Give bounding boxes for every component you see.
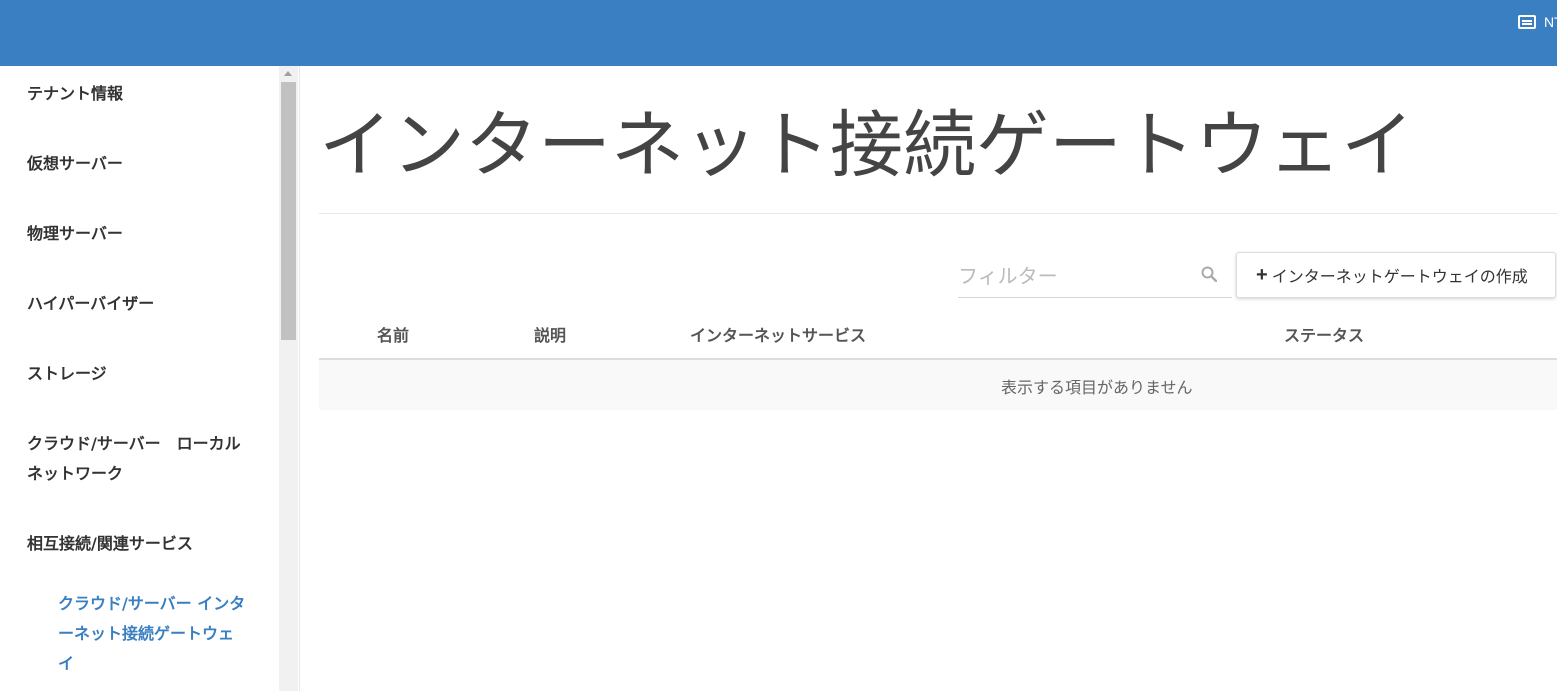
sidebar-item-label: 仮想サーバー — [27, 154, 123, 173]
sidebar-item-interconnect-services[interactable]: 相互接続/関連サービス — [27, 529, 262, 559]
sidebar-subitem-label: クラウド/サーバー インタ — [58, 594, 246, 613]
list-icon — [1518, 15, 1536, 29]
sidebar-item-label: テナント情報 — [27, 84, 124, 103]
table-empty-row: 表示する項目がありません — [319, 360, 1557, 410]
filter-box — [958, 256, 1232, 298]
sidebar-subitem-label: ーネット接続ゲートウェ — [58, 624, 235, 643]
sidebar-item-tenant-info[interactable]: テナント情報 — [27, 79, 262, 109]
column-header-internet-service[interactable]: インターネットサービス — [690, 322, 866, 346]
sidebar-item-physical-server[interactable]: 物理サーバー — [27, 219, 262, 249]
sidebar-item-label: ストレージ — [27, 364, 107, 383]
sidebar-subitem-internet-gateway[interactable]: クラウド/サーバー インタ ーネット接続ゲートウェ イ — [58, 589, 254, 679]
title-divider — [319, 213, 1557, 214]
create-button-label: インターネットゲートウェイの作成 — [1271, 269, 1528, 286]
top-nav-bar: NTT — [0, 0, 1557, 66]
sidebar-item-label: 物理サーバー — [27, 224, 123, 243]
sidebar-item-label: ネットワーク — [27, 464, 124, 483]
main-content: インターネット接続ゲートウェイ + インターネットゲートウェイの作成 名前 説明… — [319, 66, 1557, 691]
page-title: インターネット接続ゲートウェイ — [319, 105, 1414, 186]
empty-table-message: 表示する項目がありません — [1001, 378, 1193, 397]
search-icon[interactable] — [1201, 266, 1217, 282]
filter-input[interactable] — [958, 256, 1198, 296]
sidebar: テナント情報 仮想サーバー 物理サーバー ハイパーバイザー ストレージ クラウド… — [0, 66, 300, 691]
plus-icon: + — [1256, 264, 1268, 286]
sidebar-item-label: ハイパーバイザー — [27, 294, 155, 313]
table-header: 名前 説明 インターネットサービス ステータス — [319, 316, 1557, 360]
sidebar-item-hypervisor[interactable]: ハイパーバイザー — [27, 289, 262, 319]
user-label: NTT — [1544, 14, 1557, 30]
sidebar-subitem-label: イ — [58, 654, 75, 673]
sidebar-item-label: 相互接続/関連サービス — [27, 534, 193, 553]
column-header-status[interactable]: ステータス — [1284, 322, 1364, 346]
sidebar-scrollbar[interactable] — [279, 66, 298, 691]
sidebar-item-label: クラウド/サーバー ローカル — [27, 434, 241, 453]
user-menu[interactable]: NTT — [1518, 14, 1557, 30]
scrollbar-thumb[interactable] — [281, 82, 296, 340]
column-header-name[interactable]: 名前 — [377, 322, 409, 346]
create-internet-gateway-button[interactable]: + インターネットゲートウェイの作成 — [1236, 252, 1556, 298]
scroll-up-arrow-icon[interactable] — [284, 71, 292, 76]
sidebar-item-virtual-server[interactable]: 仮想サーバー — [27, 149, 262, 179]
sidebar-item-local-network[interactable]: クラウド/サーバー ローカル ネットワーク — [27, 429, 262, 489]
sidebar-item-storage[interactable]: ストレージ — [27, 359, 262, 389]
column-header-description[interactable]: 説明 — [534, 322, 566, 346]
